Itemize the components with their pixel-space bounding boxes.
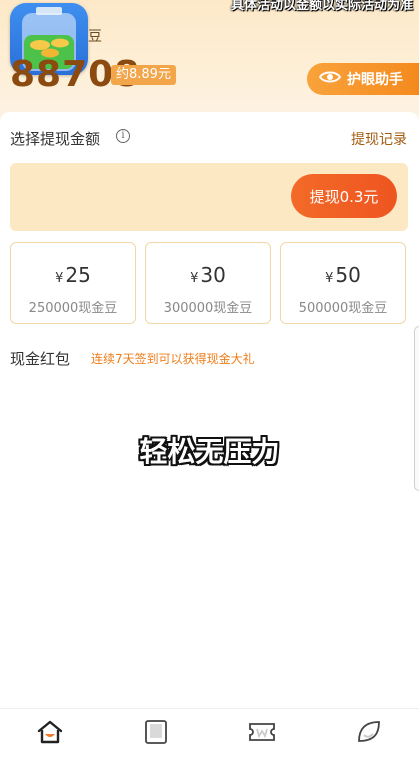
eye-assistant-button[interactable]: 护眼助手	[307, 63, 419, 95]
edge-drawer-handle[interactable]	[414, 326, 419, 491]
withdraw-option-25[interactable]: ¥25 250000现金豆	[10, 242, 136, 324]
bean-unit-label: 豆	[88, 29, 102, 45]
eye-icon	[318, 70, 342, 88]
option-amount: ¥25	[55, 263, 91, 287]
home-icon[interactable]	[36, 719, 64, 745]
bottom-nav	[0, 708, 419, 757]
withdraw-record-link[interactable]: 提现记录	[351, 129, 407, 149]
withdraw-section-title: 选择提现金额	[10, 130, 101, 148]
withdraw-option-50[interactable]: ¥50 500000现金豆	[280, 242, 406, 324]
book-icon[interactable]	[142, 719, 170, 745]
eye-assistant-label: 护眼助手	[347, 72, 403, 88]
red-packet-note: 连续7天签到可以获得现金大礼	[91, 352, 255, 366]
info-icon[interactable]: i	[116, 129, 130, 143]
ticket-icon[interactable]	[248, 719, 276, 745]
withdraw-option-30[interactable]: ¥30 300000现金豆	[145, 242, 271, 324]
withdraw-button[interactable]: 提现0.3元	[291, 174, 397, 218]
activity-notice: 具体活动以金额以实际活动为准	[230, 0, 413, 13]
approx-cash-badge: 约8.89元	[111, 65, 176, 85]
red-packet-title: 现金红包	[10, 350, 71, 368]
option-beans: 250000现金豆	[28, 301, 118, 316]
option-amount: ¥30	[190, 263, 226, 287]
option-beans: 500000现金豆	[298, 301, 388, 316]
video-caption: 轻松无压力	[139, 435, 280, 468]
option-amount: ¥50	[325, 263, 361, 287]
option-beans: 300000现金豆	[163, 301, 253, 316]
leaf-icon[interactable]	[355, 719, 383, 745]
